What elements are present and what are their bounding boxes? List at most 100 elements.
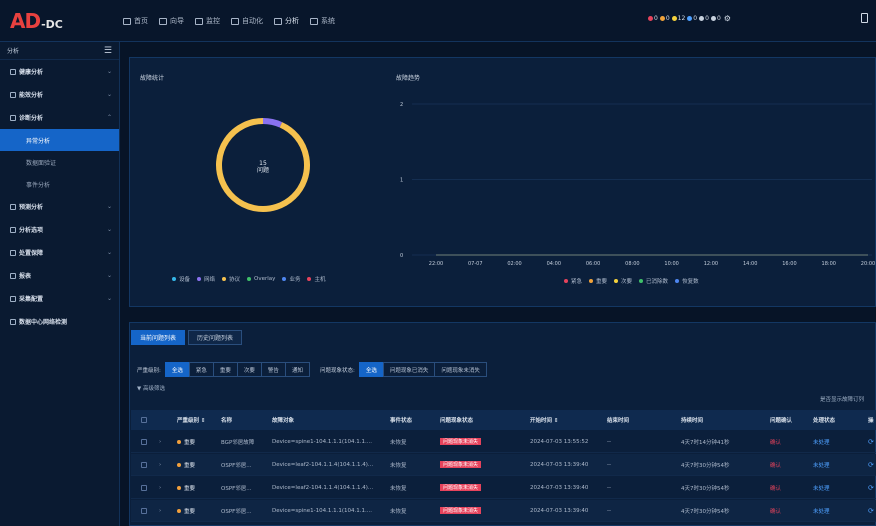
severity-option[interactable]: 重要: [212, 362, 238, 377]
name-cell[interactable]: OSPF邻居...: [221, 507, 252, 515]
nav-automation[interactable]: 自动化: [230, 13, 264, 29]
status-cell[interactable]: 未处理: [813, 461, 830, 469]
sidebar-item[interactable]: 处置保障 ⌄: [0, 241, 119, 264]
column-header[interactable]: 结束时间: [607, 416, 629, 424]
column-header[interactable]: 故障对象: [272, 416, 294, 424]
app-logo[interactable]: AD-DC: [10, 9, 63, 33]
nav-guide[interactable]: 向导: [158, 13, 185, 29]
sidebar-subitem[interactable]: 异常分析: [0, 129, 119, 151]
legend-item[interactable]: 重要: [589, 277, 607, 285]
sidebar-subitem[interactable]: 事件分析: [0, 173, 119, 195]
phenomenon-option[interactable]: 问题现象已消失: [382, 362, 436, 377]
column-header[interactable]: 操: [868, 416, 874, 424]
sidebar-item[interactable]: 预测分析 ⌄: [0, 195, 119, 218]
column-header[interactable]: 名称: [221, 416, 232, 424]
name-cell[interactable]: OSPF邻居...: [221, 484, 252, 492]
severity-option[interactable]: 通知: [284, 362, 310, 377]
x-tick-label: 16:00: [782, 261, 796, 267]
sidebar-item[interactable]: 能效分析 ⌄: [0, 83, 119, 106]
expand-row-icon[interactable]: ›: [159, 485, 161, 491]
refresh-icon[interactable]: ⟳: [868, 507, 874, 515]
legend-item[interactable]: 协议: [222, 275, 240, 283]
expand-row-icon[interactable]: ›: [159, 462, 161, 468]
nav-system[interactable]: 系统: [309, 13, 336, 29]
event-cell: 未恢复: [390, 508, 407, 515]
x-tick-label: 22:00: [429, 261, 443, 267]
column-header[interactable]: 开始时间 ⇕: [530, 416, 559, 424]
x-tick-label: 20:00: [861, 261, 875, 267]
expand-row-icon[interactable]: ›: [159, 439, 161, 445]
column-header[interactable]: 事件状态: [390, 416, 412, 424]
sidebar-item[interactable]: 健康分析 ⌄: [0, 60, 119, 83]
severity-option[interactable]: 警告: [260, 362, 286, 377]
row-checkbox[interactable]: [141, 484, 147, 491]
nav-home[interactable]: 首页: [122, 13, 149, 29]
sidebar-item[interactable]: 分析选项 ⌄: [0, 218, 119, 241]
legend-item[interactable]: Overlay: [247, 276, 275, 282]
select-all-checkbox[interactable]: [141, 417, 147, 423]
nav-analysis[interactable]: 分析: [273, 13, 300, 29]
legend-item[interactable]: 设备: [172, 275, 190, 283]
monitor-icon: [195, 17, 203, 25]
status-cell[interactable]: 未处理: [813, 438, 830, 446]
column-header[interactable]: 问题确认: [770, 416, 792, 424]
phenomenon-option[interactable]: 问题现象未消失: [434, 362, 487, 377]
name-cell[interactable]: BGP邻居故障: [221, 438, 254, 446]
nav-monitor[interactable]: 监控: [194, 13, 221, 29]
legend-item[interactable]: 主机: [307, 275, 325, 283]
show-column-toggle[interactable]: 是否显示故障订列: [820, 395, 864, 403]
sidebar-subitem[interactable]: 数据面验证: [0, 151, 119, 173]
legend-item[interactable]: 恢复数: [675, 277, 699, 285]
tab-current[interactable]: 当前问题列表: [131, 330, 186, 345]
sidebar-title: 分析: [7, 48, 20, 55]
table-row[interactable]: › 重要 OSPF邻居... Device=leaf2-104.1.1.4(104.1…: [131, 477, 876, 499]
legend-item[interactable]: 次要: [614, 277, 632, 285]
status-cell[interactable]: 未处理: [813, 484, 830, 492]
severity-option[interactable]: 全选: [164, 362, 190, 377]
refresh-icon[interactable]: ⟳: [868, 461, 874, 469]
menu-icon: [10, 318, 16, 325]
table-row[interactable]: › 重要 BGP邻居故障 Device=spine1-104.1.1.1(104.1.…: [131, 431, 876, 453]
duration-cell: 4天7时30分钟54秒: [681, 508, 730, 515]
column-header[interactable]: 处理状态: [813, 416, 835, 424]
alert-counters[interactable]: 0 0 12 0 0 0 ⚙: [646, 14, 731, 23]
legend-item[interactable]: 网络: [197, 275, 215, 283]
refresh-icon[interactable]: ⟳: [868, 438, 874, 446]
confirm-cell[interactable]: 确认: [770, 438, 781, 446]
legend-swatch: [639, 279, 644, 283]
x-tick-label: 02:00: [507, 261, 521, 267]
row-checkbox[interactable]: [141, 438, 147, 445]
sidebar-item[interactable]: 采集配置 ⌄: [0, 287, 119, 310]
expand-row-icon[interactable]: ›: [159, 508, 161, 514]
column-header[interactable]: 严重级别 ⇕: [177, 416, 206, 424]
row-checkbox[interactable]: [141, 461, 147, 468]
sidebar-item[interactable]: 数据中心网络检测: [0, 310, 119, 333]
sidebar-item[interactable]: 诊断分析 ⌃: [0, 106, 119, 129]
severity-option[interactable]: 紧急: [188, 362, 214, 377]
tab-history[interactable]: 历史问题列表: [188, 330, 243, 345]
column-header[interactable]: 问题现象状态: [440, 416, 473, 424]
confirm-cell[interactable]: 确认: [770, 484, 781, 492]
table-row[interactable]: › 重要 OSPF邻居... Device=leaf2-104.1.1.4(104.1…: [131, 454, 876, 476]
severity-option[interactable]: 次要: [236, 362, 262, 377]
confirm-cell[interactable]: 确认: [770, 507, 781, 515]
legend-item[interactable]: 已消除数: [639, 277, 668, 285]
legend-item[interactable]: 业务: [282, 275, 300, 283]
start-cell: 2024-07-03 13:39:40: [530, 461, 589, 468]
legend-item[interactable]: 紧急: [564, 277, 582, 285]
advanced-filter-toggle[interactable]: ▼ 高级筛选: [137, 384, 165, 392]
sidebar-item[interactable]: 报表 ⌄: [0, 264, 119, 287]
column-header[interactable]: 持续时间: [681, 416, 703, 424]
phenomenon-option[interactable]: 全选: [358, 362, 384, 377]
settings-icon[interactable]: ⚙: [724, 14, 731, 23]
row-checkbox[interactable]: [141, 507, 147, 514]
name-cell[interactable]: OSPF邻居...: [221, 461, 252, 469]
legend-label: 业务: [289, 277, 301, 283]
refresh-icon[interactable]: ⟳: [868, 484, 874, 492]
legend-swatch: [675, 279, 680, 283]
collapse-menu-icon[interactable]: ☰: [104, 46, 112, 56]
document-icon[interactable]: [861, 13, 868, 23]
status-cell[interactable]: 未处理: [813, 507, 830, 515]
confirm-cell[interactable]: 确认: [770, 461, 781, 469]
table-row[interactable]: › 重要 OSPF邻居... Device=spine1-104.1.1.1(104.…: [131, 500, 876, 522]
